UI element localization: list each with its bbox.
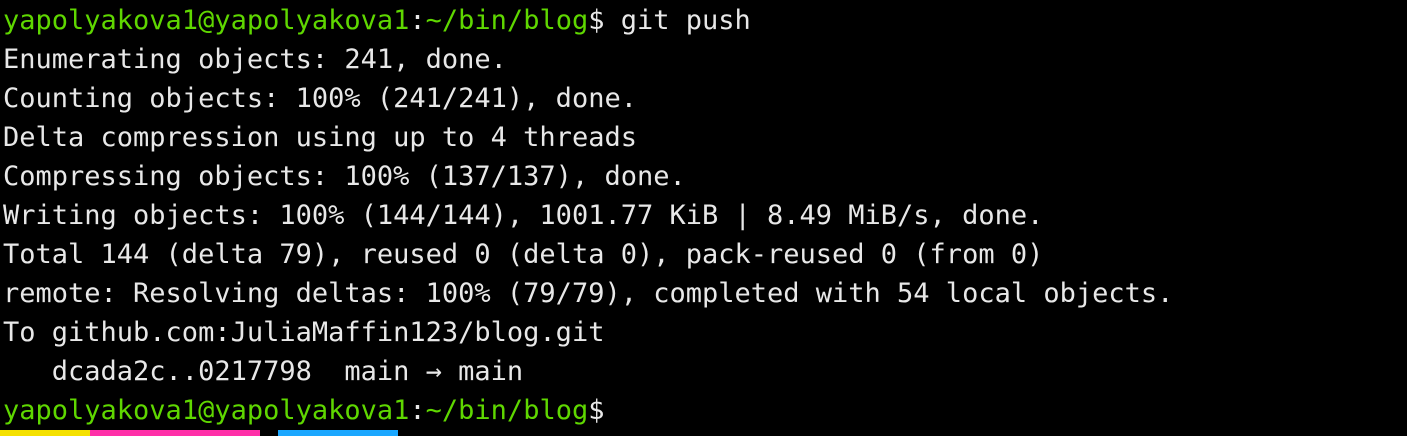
command-text: git push [604, 5, 751, 36]
prompt-symbol: $ [588, 395, 605, 426]
prompt-user-host: yapolyakova1@yapolyakova1 [3, 5, 410, 36]
output-line: Writing objects: 100% (144/144), 1001.77… [3, 200, 1044, 231]
command-prompt-line: yapolyakova1@yapolyakova1:~/bin/blog$ gi… [0, 1, 1407, 40]
terminal-window[interactable]: yapolyakova1@yapolyakova1:~/bin/blog$ gi… [0, 0, 1407, 428]
output-line: dcada2c..0217798 main → main [3, 356, 524, 387]
prompt-symbol: $ [588, 5, 605, 36]
output-line: Delta compression using up to 4 threads [3, 122, 637, 153]
prompt-path: ~/bin/blog [425, 5, 589, 36]
output-line: Total 144 (delta 79), reused 0 (delta 0)… [3, 239, 1044, 270]
status-segment-blue [278, 430, 398, 436]
output-line: To github.com:JuliaMaffin123/blog.git [3, 317, 605, 348]
output-line: Compressing objects: 100% (137/137), don… [3, 161, 686, 192]
prompt-path: ~/bin/blog [425, 395, 589, 426]
prompt-colon: : [409, 5, 426, 36]
output-line: remote: Resolving deltas: 100% (79/79), … [3, 278, 1174, 309]
output-line: Counting objects: 100% (241/241), done. [3, 83, 637, 114]
status-bar [0, 430, 1407, 436]
status-segment-pink [90, 430, 260, 436]
output-line: Enumerating objects: 241, done. [3, 44, 507, 75]
prompt-user-host: yapolyakova1@yapolyakova1 [3, 395, 410, 426]
prompt-colon: : [409, 395, 426, 426]
status-segment-yellow [0, 430, 90, 436]
active-prompt-line[interactable]: yapolyakova1@yapolyakova1:~/bin/blog$ [0, 391, 1407, 430]
